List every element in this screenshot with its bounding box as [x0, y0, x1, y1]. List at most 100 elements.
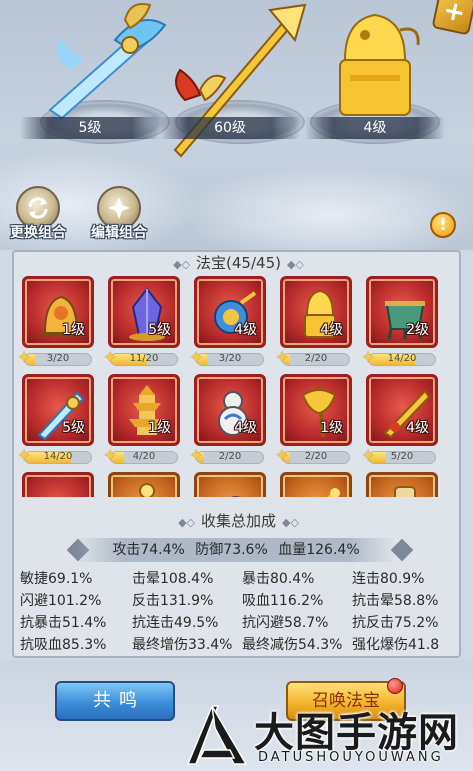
collection-header: ◆◇ 法宝(45/45) ◆◇: [14, 252, 463, 273]
treasure-level: 4级: [406, 420, 429, 436]
treasure-card-frame: 4级: [366, 374, 438, 446]
swap-combo-button[interactable]: 更换组合: [2, 186, 74, 242]
bonus-attack: 攻击74.4%: [112, 542, 185, 558]
star-icon: ✦: [189, 348, 204, 368]
bonus-stat: 最终减伤54.3%: [242, 637, 343, 653]
bonus-stat-row: 敏捷69.1% 击晕108.4% 暴击80.4% 连击80.9%: [20, 568, 460, 590]
treasure-level: 1级: [148, 420, 171, 436]
star-icon: ✦: [18, 348, 32, 368]
golden-staff-icon: [139, 483, 155, 497]
swap-combo-label: 更换组合: [10, 225, 66, 241]
treasure-card-frame: [194, 472, 266, 497]
bonus-stat-row: 抗暴击51.4% 抗连击49.5% 抗闪避58.7% 抗反击75.2%: [20, 612, 460, 634]
bonus-stat: 抗暴击51.4%: [20, 615, 107, 631]
site-logo: [186, 705, 248, 765]
treasure-card[interactable]: 5级 11/20 ✦: [103, 276, 186, 372]
warning-icon[interactable]: !: [430, 212, 456, 238]
watermark-subtitle: DATUSHOUYOUWANG: [258, 750, 444, 765]
treasure-card[interactable]: [194, 472, 272, 497]
treasure-grid[interactable]: 1级 3/20 ✦ 5级 11/20 ✦ 4级 3/20 ✦ 4级 2/20 ✦ 2级 14/20 ✦ 5级 1…: [18, 272, 455, 497]
treasure-level: 4级: [234, 322, 257, 338]
bonus-title: 收集总加成: [200, 512, 276, 530]
main-bonus-bar: 攻击74.4% 防御73.6% 血量126.4%: [76, 538, 396, 562]
treasure-card[interactable]: 2级 14/20 ✦: [361, 276, 444, 372]
treasure-level: 1级: [320, 420, 343, 436]
treasure-showcase: 5级 60级 4级 更换组合 编辑组合 ! +: [0, 0, 473, 250]
treasure-level: 2级: [406, 322, 429, 338]
treasure-card[interactable]: [280, 472, 358, 497]
star-icon: ✦: [18, 446, 32, 466]
edit-combo-button[interactable]: 编辑组合: [83, 186, 155, 242]
bonus-stat: 抗吸血85.3%: [20, 637, 107, 653]
treasure-card-frame: 4级: [194, 374, 266, 446]
bonus-stat: 暴击80.4%: [242, 571, 315, 587]
treasure-card[interactable]: 1级 4/20 ✦: [103, 374, 186, 470]
treasure-level: 4级: [320, 322, 343, 338]
bonus-stat: 抗连击49.5%: [132, 615, 219, 631]
star-icon: ✦: [103, 348, 118, 368]
treasure-level: 5级: [62, 420, 85, 436]
bonus-stat: 吸血116.2%: [242, 593, 324, 609]
resonance-button[interactable]: 共鸣: [55, 681, 175, 721]
edit-combo-label: 编辑组合: [91, 225, 147, 241]
treasure-level: 5级: [148, 322, 171, 338]
treasure-card-frame: [108, 472, 180, 497]
bonus-stat: 强化爆伤41.8: [352, 637, 440, 653]
bonus-stat: 抗反击75.2%: [352, 615, 439, 631]
bonus-stat: 反击131.9%: [132, 593, 214, 609]
collection-panel: ◆◇ 法宝(45/45) ◆◇ 1级 3/20 ✦ 5级 11/20 ✦ 4级 3/20 ✦ 4级 2/…: [12, 250, 461, 658]
treasure-card[interactable]: 4级 2/20 ✦: [275, 276, 358, 372]
star-icon: ✦: [275, 348, 290, 368]
star-icon: ✦: [189, 446, 204, 466]
showcase-level-1: 5级: [20, 117, 160, 139]
treasure-card-frame: 1级: [22, 276, 94, 348]
treasure-card[interactable]: 4级 5/20 ✦: [361, 374, 444, 470]
bonus-stat: 抗闪避58.7%: [242, 615, 329, 631]
notification-dot: [387, 678, 403, 694]
treasure-card[interactable]: 4级 2/20 ✦: [189, 374, 272, 470]
star-icon: ✦: [361, 446, 376, 466]
watermark: 大图手游网 DATUSHOUYOUWANG: [182, 700, 473, 771]
treasure-card-frame: 2级: [366, 276, 438, 348]
purple-claw-icon: [231, 496, 241, 497]
treasure-level: 1级: [62, 322, 85, 338]
title-decoration: ◆◇: [173, 258, 191, 271]
golden-bowl-icon: [31, 479, 91, 497]
bonus-stat-row: 抗吸血85.3% 最终增伤33.4% 最终减伤54.3% 强化爆伤41.8: [20, 634, 460, 656]
treasure-card-frame: 5级: [22, 374, 94, 446]
treasure-card[interactable]: 1级 3/20 ✦: [18, 276, 100, 372]
treasure-card[interactable]: 1级 2/20 ✦: [275, 374, 358, 470]
title-decoration: ◆◇: [286, 258, 304, 271]
jade-sword-icon: [48, 3, 167, 120]
treasure-card-frame: 4级: [194, 276, 266, 348]
bonus-defense: 防御73.6%: [195, 542, 268, 558]
treasure-card-frame: [366, 472, 438, 497]
bonus-stat: 最终增伤33.4%: [132, 637, 233, 653]
scroll-icon: [394, 486, 416, 497]
bonus-stat: 抗击晕58.8%: [352, 593, 439, 609]
treasure-card[interactable]: [108, 472, 186, 497]
treasure-card[interactable]: 4级 3/20 ✦: [189, 276, 272, 372]
bonus-header: ◆◇ 收集总加成 ◆◇: [14, 510, 463, 531]
treasure-card[interactable]: [366, 472, 444, 497]
bonus-stat: 击晕108.4%: [132, 571, 214, 587]
treasure-card[interactable]: [22, 472, 100, 497]
treasure-card-frame: [22, 472, 94, 497]
treasure-card-frame: [280, 472, 352, 497]
golden-rod-icon: [327, 488, 340, 497]
star-icon: ✦: [361, 348, 376, 368]
star-icon: ✦: [103, 446, 118, 466]
golden-seal-icon: [339, 13, 420, 116]
bonus-stats: 敏捷69.1% 击晕108.4% 暴击80.4% 连击80.9% 闪避101.2% 反击1…: [20, 568, 460, 656]
bonus-stat: 敏捷69.1%: [20, 571, 93, 587]
cloud-decoration: [180, 165, 473, 250]
bonus-stat: 连击80.9%: [352, 571, 425, 587]
bonus-hp: 血量126.4%: [278, 542, 360, 558]
treasure-card-frame: 5级: [108, 276, 180, 348]
treasure-card-frame: 1级: [280, 374, 352, 446]
treasure-card[interactable]: 5级 14/20 ✦: [18, 374, 100, 470]
showcase-level-3: 4级: [305, 117, 445, 139]
treasure-card-frame: 4级: [280, 276, 352, 348]
title-decoration: ◆◇: [282, 516, 299, 529]
showcase-level-2: 60级: [160, 117, 300, 139]
